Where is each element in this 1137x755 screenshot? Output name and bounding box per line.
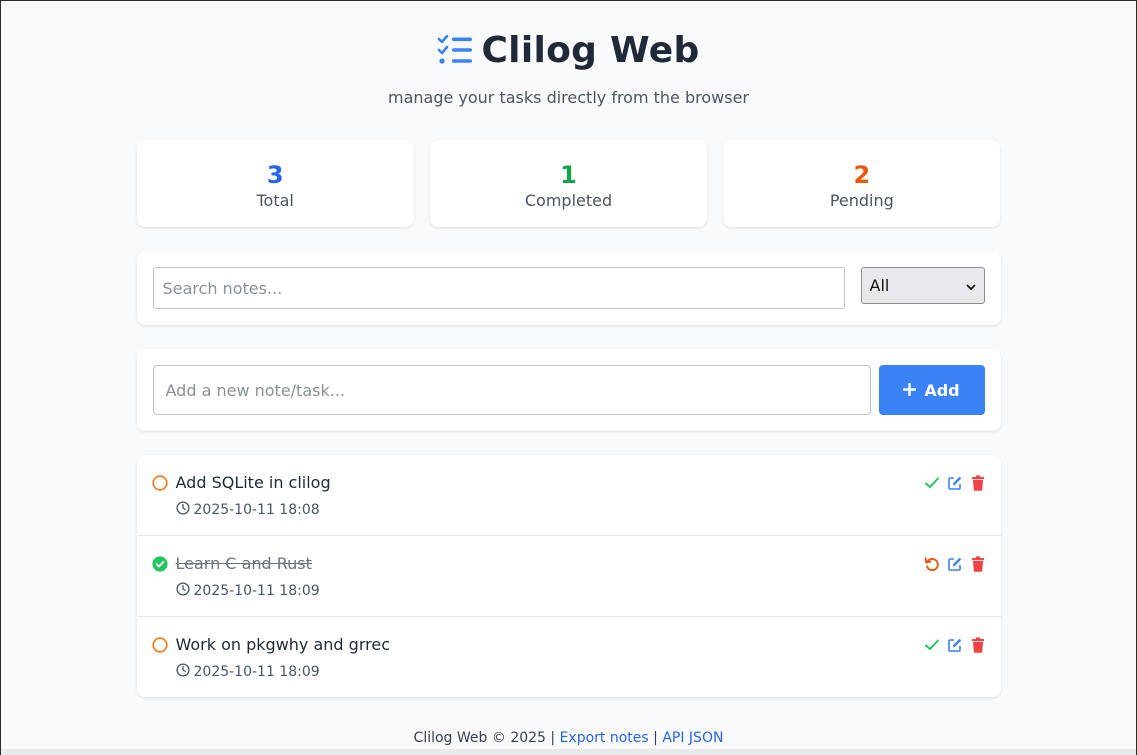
task-date: 2025-10-11 18:08 <box>175 501 320 519</box>
stat-completed-label: Completed <box>524 191 613 210</box>
task-date: 2025-10-11 18:09 <box>175 663 320 681</box>
add-task-bar: Add <box>136 349 1001 431</box>
footer-copyright: Clilog Web © 2025 | <box>413 730 556 746</box>
stat-pending-label: Pending <box>829 191 894 210</box>
clock-icon <box>175 582 190 600</box>
completed-check-circle-icon[interactable] <box>151 556 168 572</box>
pending-circle-icon[interactable] <box>151 637 168 653</box>
edit-icon[interactable] <box>947 474 963 491</box>
complete-check-icon[interactable] <box>924 636 940 653</box>
clock-icon <box>175 663 190 681</box>
task-list: Add SQLite in clilog 2025-10-11 18:08 Le… <box>136 455 1001 697</box>
stats-row: 3 Total 1 Completed 2 Pending <box>136 140 1001 227</box>
task-actions <box>924 555 986 572</box>
status-filter-value: All <box>869 275 890 295</box>
trash-icon[interactable] <box>970 474 986 491</box>
plus-icon <box>903 381 917 400</box>
stat-total: 3 Total <box>136 140 414 227</box>
bottom-strip <box>1 749 1136 755</box>
add-button[interactable]: Add <box>878 365 985 415</box>
task-date-text: 2025-10-11 18:09 <box>193 664 320 680</box>
trash-icon[interactable] <box>970 636 986 653</box>
new-task-input[interactable] <box>152 365 871 415</box>
footer-separator: | <box>653 730 658 746</box>
page-subtitle: manage your tasks directly from the brow… <box>387 88 749 107</box>
task-title: Learn C and Rust <box>175 554 312 573</box>
header: Clilog Web manage your tasks directly fr… <box>137 29 1001 108</box>
chevron-down-icon <box>965 276 976 295</box>
title-row: Clilog Web <box>137 29 1001 71</box>
list-check-icon <box>437 34 473 65</box>
edit-icon[interactable] <box>947 555 963 572</box>
app-container: Clilog Web manage your tasks directly fr… <box>136 1 1001 746</box>
page-title: Clilog Web <box>481 29 700 71</box>
search-input[interactable] <box>152 267 845 309</box>
stat-completed: 1 Completed <box>429 140 708 227</box>
task-title: Work on pkgwhy and grrec <box>175 635 390 654</box>
task-date: 2025-10-11 18:09 <box>175 582 320 600</box>
filter-bar: All <box>136 251 1001 325</box>
stat-completed-value: 1 <box>560 161 577 189</box>
stat-pending-value: 2 <box>853 161 871 189</box>
task-row: Work on pkgwhy and grrec 2025-10-11 18:0… <box>137 617 1001 697</box>
undo-icon[interactable] <box>924 555 940 572</box>
status-filter-select[interactable]: All <box>860 266 985 304</box>
clock-icon <box>175 501 190 519</box>
api-json-link[interactable]: API JSON <box>662 730 723 746</box>
stat-total-value: 3 <box>266 161 284 189</box>
task-title: Add SQLite in clilog <box>175 473 331 492</box>
trash-icon[interactable] <box>970 555 986 572</box>
export-notes-link[interactable]: Export notes <box>560 730 649 746</box>
task-date-text: 2025-10-11 18:09 <box>193 583 320 599</box>
task-row: Learn C and Rust 2025-10-11 18:09 <box>136 536 1001 617</box>
stat-total-label: Total <box>256 191 294 210</box>
task-actions <box>924 474 986 491</box>
add-button-label: Add <box>924 380 960 400</box>
task-date-text: 2025-10-11 18:08 <box>193 502 320 518</box>
pending-circle-icon[interactable] <box>151 475 168 491</box>
stat-pending: 2 Pending <box>723 140 1001 227</box>
edit-icon[interactable] <box>947 636 963 653</box>
task-row: Add SQLite in clilog 2025-10-11 18:08 <box>136 455 1001 536</box>
task-actions <box>924 636 986 653</box>
footer: Clilog Web © 2025 | Export notes | API J… <box>137 730 1001 746</box>
complete-check-icon[interactable] <box>924 474 940 491</box>
